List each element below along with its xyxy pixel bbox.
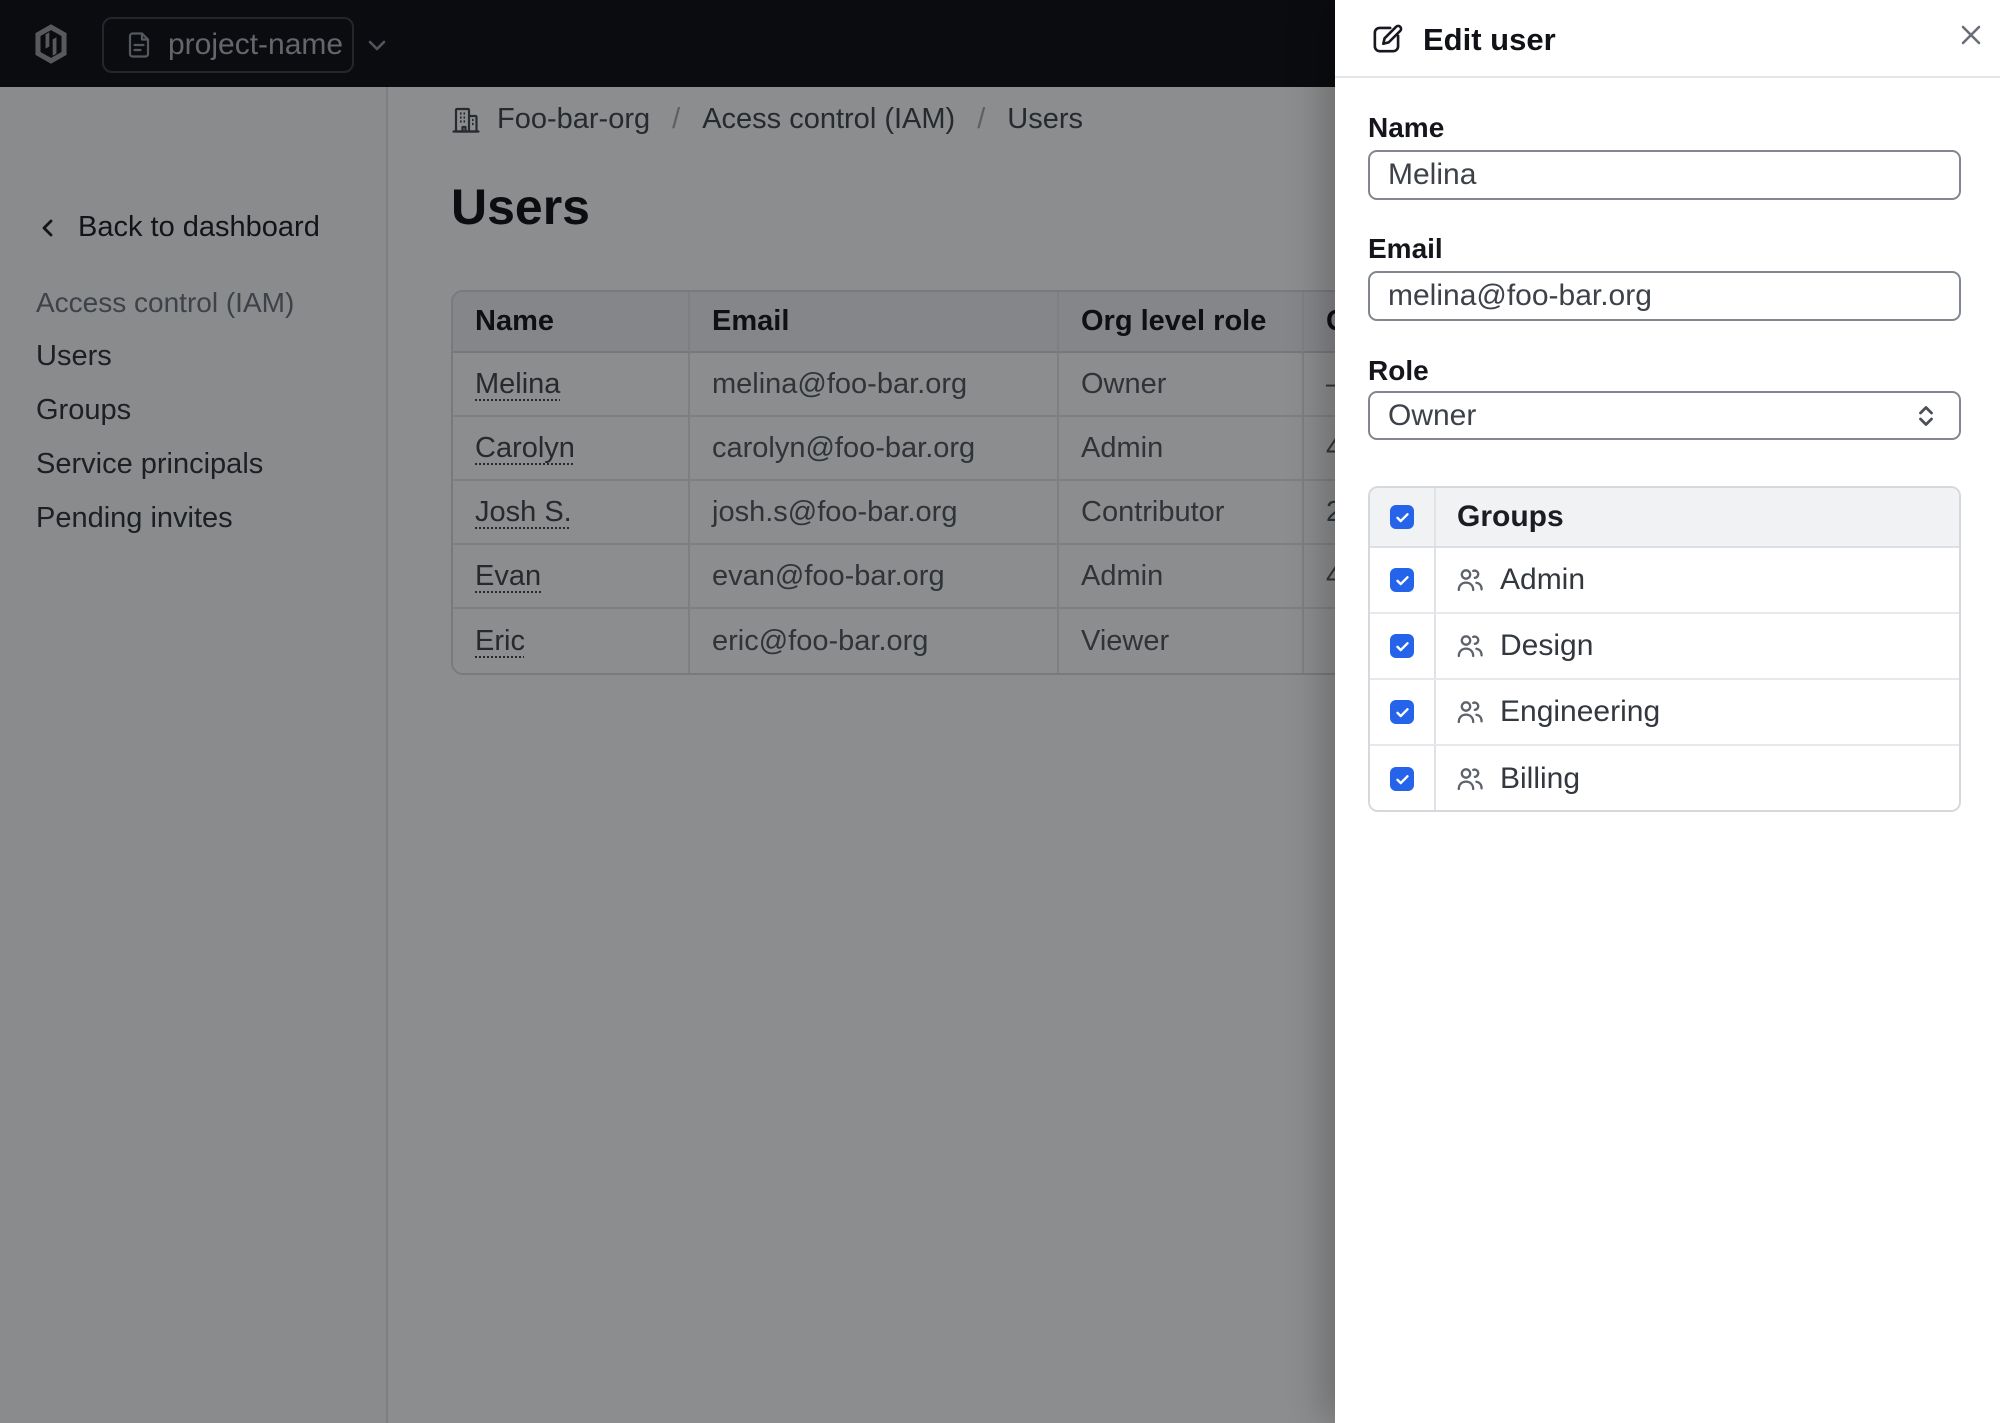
user-group-icon	[1455, 764, 1485, 794]
close-icon[interactable]	[1953, 17, 1989, 53]
user-group-icon	[1455, 697, 1485, 727]
group-label: Admin	[1500, 563, 1586, 596]
select-stepper-icon	[1911, 401, 1941, 431]
name-input[interactable]	[1368, 150, 1961, 200]
group-label: Engineering	[1500, 695, 1661, 728]
checkbox-column	[1370, 746, 1436, 810]
group-row-admin: Admin	[1370, 548, 1959, 614]
edit-icon	[1368, 20, 1406, 58]
user-group-icon	[1455, 565, 1485, 595]
edit-user-drawer: Edit user Name Email Role Owner	[1335, 0, 2000, 1423]
group-label: Design	[1500, 629, 1594, 662]
group-checkbox-design[interactable]	[1390, 634, 1414, 658]
checkbox-column	[1370, 680, 1436, 744]
app-window: project-name Back to dashboard Access co…	[0, 0, 2000, 1423]
role-select[interactable]: Owner	[1368, 391, 1961, 440]
group-checkbox-admin[interactable]	[1390, 568, 1414, 592]
group-row-design: Design	[1370, 614, 1959, 680]
groups-panel-title: Groups	[1457, 500, 1564, 533]
groups-panel-header: Groups	[1370, 488, 1959, 548]
checkbox-column	[1370, 614, 1436, 678]
drawer-header: Edit user	[1335, 0, 2000, 78]
role-select-value: Owner	[1388, 398, 1477, 432]
role-field-label: Role	[1368, 355, 1429, 386]
groups-panel: Groups Admin Design Engineering Billing	[1368, 486, 1961, 812]
drawer-title: Edit user	[1423, 22, 1556, 57]
checkbox-column	[1370, 488, 1436, 546]
group-checkbox-engineering[interactable]	[1390, 700, 1414, 724]
group-row-engineering: Engineering	[1370, 680, 1959, 746]
name-field-label: Name	[1368, 112, 1445, 143]
email-input[interactable]	[1368, 271, 1961, 321]
group-checkbox-billing[interactable]	[1390, 767, 1414, 791]
modal-backdrop[interactable]	[0, 0, 1335, 1423]
user-group-icon	[1455, 631, 1485, 661]
select-all-groups-checkbox[interactable]	[1390, 505, 1414, 529]
checkbox-column	[1370, 548, 1436, 612]
group-label: Billing	[1500, 762, 1581, 795]
group-row-billing: Billing	[1370, 746, 1959, 810]
email-field-label: Email	[1368, 233, 1443, 264]
